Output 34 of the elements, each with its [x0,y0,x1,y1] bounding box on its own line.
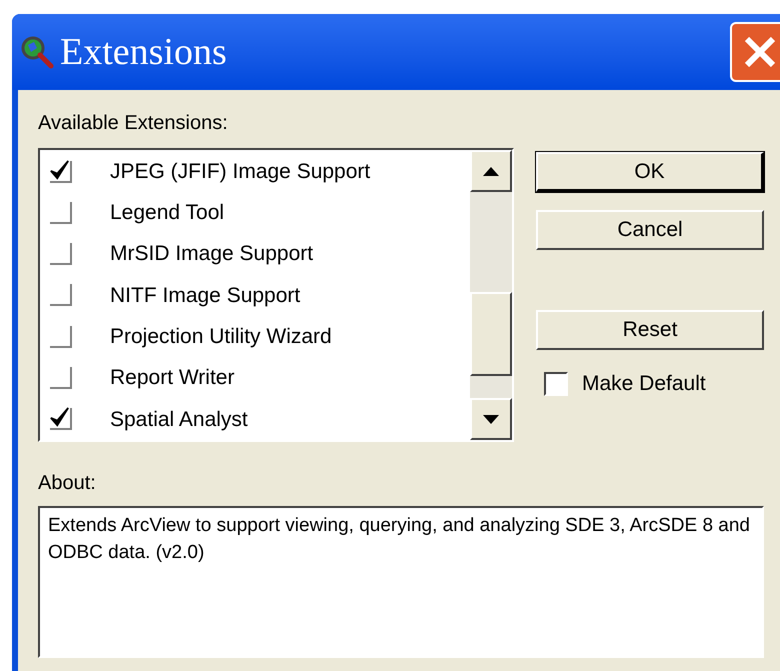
window-title: Extensions [60,30,227,74]
up-arrow-icon [483,166,499,176]
scroll-up-button[interactable] [470,150,512,192]
checkmark-icon [50,158,70,181]
extension-name[interactable]: Legend Tool [110,197,224,229]
extension-name[interactable]: JPEG (JFIF) Image Support [110,156,370,188]
checkbox[interactable] [50,326,72,348]
checkbox[interactable] [50,202,72,224]
extension-name[interactable]: NITF Image Support [110,280,300,312]
checkbox[interactable] [544,372,568,396]
dialog-button[interactable]: Reset [536,310,764,350]
scroll-thumb[interactable] [470,292,512,376]
close-icon [743,35,777,69]
checkbox[interactable] [50,367,72,390]
extension-name[interactable]: MrSID Image Support [110,238,314,270]
checkmark-icon [50,406,70,428]
section-label: About: [38,471,97,496]
extension-name[interactable]: Spatial Analyst [110,404,248,436]
section-label: Available Extensions: [38,111,229,136]
checkbox[interactable] [50,408,72,430]
description-text: Extends ArcView to support viewing, querying, and analyzing SDE 3, ArcSDE 8 and ODBC data. (v2.0) [48,514,751,565]
extension-name[interactable]: Projection Utility Wizard [110,321,332,353]
extension-name[interactable]: Report Writer [110,362,234,394]
magnifier-globe-icon [20,35,54,69]
dialog-button[interactable]: Cancel [536,210,764,250]
dialog-button[interactable]: OK [536,152,764,192]
checkbox[interactable] [50,284,72,306]
checkbox-label[interactable]: Make Default [582,368,706,400]
down-arrow-icon [483,414,499,424]
checkbox[interactable] [50,160,72,183]
scroll-down-button[interactable] [470,398,512,440]
scrollbar[interactable] [470,150,512,440]
close-button[interactable] [730,22,780,82]
checkbox[interactable] [50,243,72,266]
